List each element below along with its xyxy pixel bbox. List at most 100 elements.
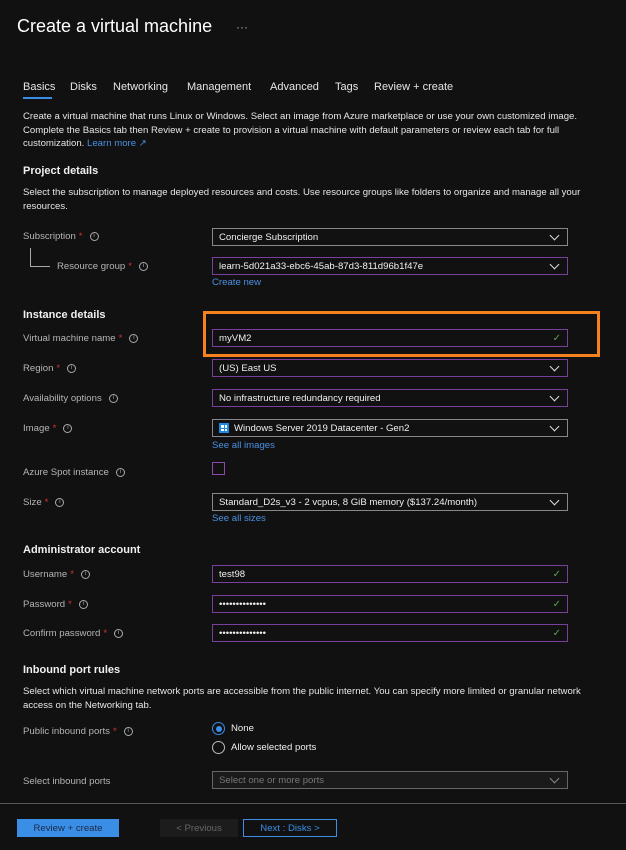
select-inbound-ports-label: Select inbound ports — [23, 776, 110, 787]
vm-name-label: Virtual machine name * i — [23, 333, 139, 344]
confirm-password-label: Confirm password * i — [23, 628, 124, 639]
label-text: Size — [23, 497, 42, 508]
label-text: Password — [23, 599, 66, 610]
subscription-dropdown[interactable]: Concierge Subscription — [212, 228, 568, 246]
chevron-down-icon — [549, 259, 560, 269]
check-icon: ✓ — [552, 627, 561, 639]
region-dropdown[interactable]: (US) East US — [212, 359, 568, 377]
see-all-images-link[interactable]: See all images — [212, 440, 275, 451]
label-text: Availability options — [23, 393, 102, 404]
highlight-box — [203, 311, 600, 357]
more-options-button[interactable]: ··· — [236, 20, 248, 34]
label-text: Region — [23, 363, 54, 374]
availability-label: Availability options i — [23, 393, 118, 404]
input-value: •••••••••••••• — [219, 627, 267, 639]
size-label: Size * i — [23, 497, 65, 508]
tab-advanced[interactable]: Advanced — [270, 81, 319, 93]
availability-dropdown[interactable]: No infrastructure redundancy required — [212, 389, 568, 407]
tab-review-create[interactable]: Review + create — [374, 81, 453, 93]
check-icon: ✓ — [552, 568, 561, 580]
password-input[interactable]: •••••••••••••• ✓ — [212, 595, 568, 613]
info-icon[interactable]: i — [67, 364, 77, 373]
image-dropdown[interactable]: Windows Server 2019 Datacenter - Gen2 — [212, 419, 568, 437]
required-marker: * — [103, 628, 108, 639]
radio-none[interactable]: None — [212, 722, 254, 735]
chevron-down-icon — [549, 230, 560, 240]
image-label: Image * i — [23, 423, 73, 434]
chevron-down-icon — [549, 495, 560, 505]
confirm-password-input[interactable]: •••••••••••••• ✓ — [212, 624, 568, 642]
inbound-rules-heading: Inbound port rules — [23, 664, 121, 676]
spot-instance-label: Azure Spot instance i — [23, 467, 125, 478]
see-all-sizes-link[interactable]: See all sizes — [212, 513, 266, 524]
required-marker: * — [56, 363, 61, 374]
info-icon[interactable]: i — [123, 727, 133, 736]
next-disks-button[interactable]: Next : Disks > — [243, 819, 337, 837]
radio-button-selected[interactable] — [212, 722, 225, 735]
required-marker: * — [52, 423, 57, 434]
radio-label: Allow selected ports — [231, 742, 317, 753]
info-icon[interactable]: i — [139, 262, 148, 271]
admin-account-heading: Administrator account — [23, 544, 141, 556]
tab-management[interactable]: Management — [187, 81, 251, 93]
spot-instance-checkbox[interactable] — [212, 462, 225, 475]
page-title: Create a virtual machine — [17, 16, 213, 36]
label-text: Image — [23, 423, 50, 434]
label-text: Username — [23, 569, 68, 580]
intro-text: Create a virtual machine that runs Linux… — [23, 110, 593, 151]
label-text: Select inbound ports — [23, 776, 111, 787]
resource-group-dropdown[interactable]: learn-5d021a33-ebc6-45ab-87d3-811d96b1f4… — [212, 257, 568, 275]
size-dropdown[interactable]: Standard_D2s_v3 - 2 vcpus, 8 GiB memory … — [212, 493, 568, 511]
radio-button[interactable] — [212, 741, 225, 754]
password-label: Password * i — [23, 599, 88, 610]
windows-icon — [219, 423, 229, 433]
dropdown-value: Standard_D2s_v3 - 2 vcpus, 8 GiB memory … — [219, 496, 478, 508]
info-icon[interactable]: i — [114, 629, 124, 638]
dropdown-value: No infrastructure redundancy required — [219, 392, 381, 404]
inbound-ports-dropdown[interactable]: Select one or more ports — [212, 771, 568, 789]
previous-button[interactable]: < Previous — [160, 819, 238, 837]
learn-more-link[interactable]: Learn more ↗ — [87, 138, 147, 149]
required-marker: * — [128, 261, 132, 272]
chevron-down-icon — [549, 773, 560, 783]
label-text: Confirm password — [23, 628, 101, 639]
instance-details-heading: Instance details — [23, 309, 106, 321]
radio-label: None — [231, 723, 254, 734]
tree-connector — [30, 248, 50, 267]
label-text: Public inbound ports — [23, 726, 110, 737]
info-icon[interactable]: i — [89, 232, 99, 241]
public-inbound-ports-label: Public inbound ports * i — [23, 726, 133, 737]
required-marker: * — [78, 231, 83, 242]
username-input[interactable]: test98 ✓ — [212, 565, 568, 583]
info-icon[interactable]: i — [115, 468, 125, 477]
username-label: Username * i — [23, 569, 90, 580]
region-label: Region * i — [23, 363, 77, 374]
info-icon[interactable]: i — [55, 498, 65, 507]
review-create-button[interactable]: Review + create — [17, 819, 119, 837]
label-text: Subscription — [23, 231, 76, 242]
dropdown-value: (US) East US — [219, 362, 277, 374]
tab-tags[interactable]: Tags — [335, 81, 358, 93]
footer-divider — [0, 803, 626, 804]
create-new-link[interactable]: Create new — [212, 277, 261, 288]
required-marker: * — [44, 497, 49, 508]
tab-networking[interactable]: Networking — [113, 81, 168, 93]
dropdown-placeholder: Select one or more ports — [219, 774, 325, 786]
project-details-heading: Project details — [23, 165, 99, 177]
inbound-rules-text: Select which virtual machine network por… — [23, 686, 581, 711]
input-value: •••••••••••••• — [219, 598, 267, 610]
label-text: Azure Spot instance — [23, 467, 109, 478]
info-icon[interactable]: i — [108, 394, 118, 403]
radio-allow-selected-ports[interactable]: Allow selected ports — [212, 741, 316, 754]
required-marker: * — [118, 333, 123, 344]
info-icon[interactable]: i — [129, 334, 139, 343]
project-details-text: Select the subscription to manage deploy… — [23, 187, 581, 212]
info-icon[interactable]: i — [78, 600, 88, 609]
label-text: Resource group — [57, 261, 126, 272]
tab-basics[interactable]: Basics — [23, 81, 55, 93]
info-icon[interactable]: i — [81, 570, 90, 579]
info-icon[interactable]: i — [63, 424, 73, 433]
dropdown-value: Concierge Subscription — [219, 231, 319, 243]
dropdown-value: Windows Server 2019 Datacenter - Gen2 — [234, 422, 410, 434]
tab-disks[interactable]: Disks — [70, 81, 97, 93]
